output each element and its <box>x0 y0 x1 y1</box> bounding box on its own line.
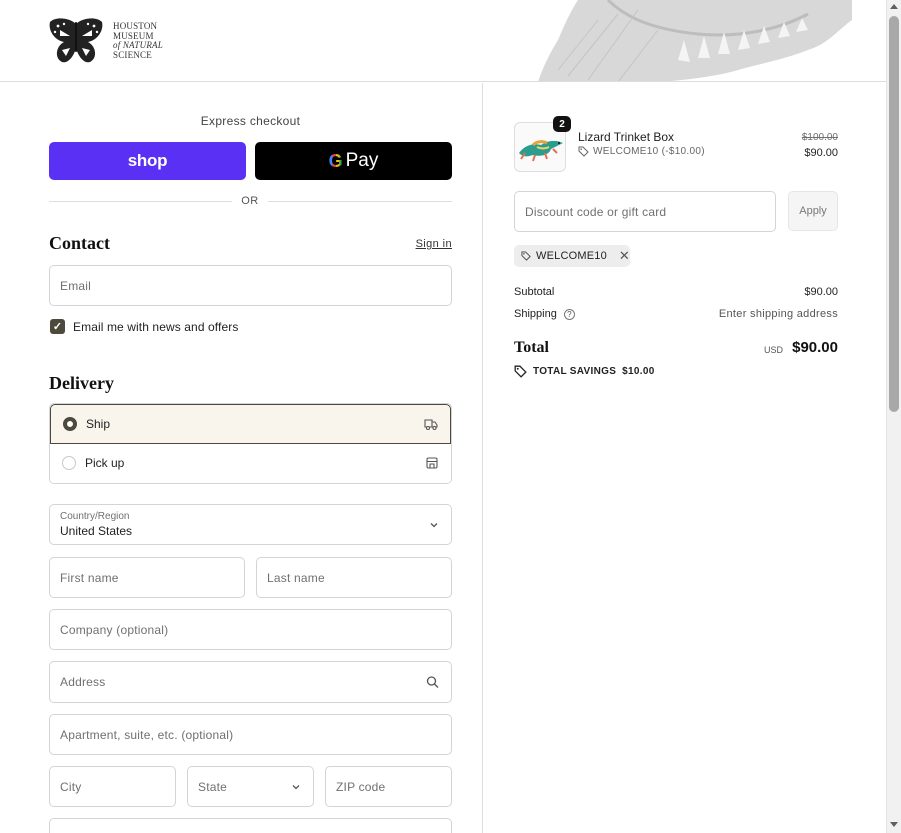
shop-pay-logo: shop <box>127 151 168 170</box>
tag-icon <box>578 146 589 157</box>
state-placeholder: State <box>198 779 228 794</box>
pickup-radio[interactable] <box>62 456 76 470</box>
remove-discount-icon[interactable]: ✕ <box>619 248 630 264</box>
subtotal-label: Subtotal <box>514 286 555 298</box>
apartment-placeholder: Apartment, suite, etc. (optional) <box>60 727 234 742</box>
delivery-option-pickup[interactable]: Pick up <box>50 444 451 483</box>
chevron-down-icon <box>292 784 300 789</box>
state-select[interactable]: State <box>187 766 314 807</box>
newsletter-label: Email me with news and offers <box>73 320 239 334</box>
delivery-heading: Delivery <box>49 373 114 393</box>
apply-discount-button[interactable]: Apply <box>788 191 838 231</box>
tag-icon <box>521 251 531 261</box>
express-checkout-label: Express checkout <box>200 114 301 128</box>
total-savings-label: TOTAL SAVINGS <box>533 366 617 377</box>
subtotal-value: $90.00 <box>804 286 838 298</box>
applied-discount-chip: WELCOME10 ✕ <box>514 245 630 267</box>
product-discount: WELCOME10 (-$10.00) <box>578 146 705 157</box>
newsletter-checkbox[interactable]: ✓ <box>50 319 65 334</box>
scroll-up-arrow-icon[interactable] <box>890 4 898 9</box>
store-icon <box>426 457 438 469</box>
checkout-form: Express checkout shop G Pay OR Contact S… <box>0 83 482 833</box>
shipping-label: Shipping <box>514 308 557 320</box>
phone-field[interactable] <box>49 818 452 833</box>
chevron-down-icon <box>430 522 438 527</box>
google-g-icon: G <box>328 150 343 171</box>
total-currency: USD <box>764 345 784 355</box>
ship-label: Ship <box>86 417 111 431</box>
order-summary: 2 Lizard Trinket Box WELCOME10 (-$10.00)… <box>482 83 886 833</box>
first-name-field[interactable]: First name <box>49 557 245 598</box>
butterfly-icon <box>49 18 103 63</box>
truck-icon <box>424 419 438 431</box>
checkmark-icon: ✓ <box>52 321 63 333</box>
shipping-row: Shipping ? Enter shipping address <box>514 308 838 320</box>
tag-icon <box>514 365 527 378</box>
apartment-field[interactable]: Apartment, suite, etc. (optional) <box>49 714 452 755</box>
quantity-badge: 2 <box>553 116 571 132</box>
address-field[interactable]: Address <box>49 661 452 703</box>
or-divider: OR <box>49 194 452 208</box>
pickup-label: Pick up <box>85 456 125 470</box>
shop-pay-button[interactable]: shop <box>49 142 246 180</box>
total-savings-value: $10.00 <box>622 366 655 377</box>
zip-placeholder: ZIP code <box>336 779 386 794</box>
divider-line <box>268 201 452 202</box>
scroll-thumb[interactable] <box>889 16 899 412</box>
address-placeholder: Address <box>60 675 106 689</box>
sign-in-link[interactable]: Sign in <box>400 238 452 250</box>
last-name-field[interactable]: Last name <box>256 557 452 598</box>
zip-field[interactable]: ZIP code <box>325 766 452 807</box>
ship-radio[interactable] <box>63 417 77 431</box>
page-scrollbar[interactable] <box>886 0 901 833</box>
delivery-method-group: Ship Pick up <box>49 403 452 484</box>
country-label: Country/Region <box>60 511 130 522</box>
subtotal-row: Subtotal $90.00 <box>514 286 838 298</box>
total-label: Total <box>514 339 549 356</box>
scroll-down-arrow-icon[interactable] <box>890 822 898 827</box>
discount-code-placeholder: Discount code or gift card <box>525 204 667 219</box>
help-icon[interactable]: ? <box>563 308 575 320</box>
dinosaur-skull-illustration <box>538 0 852 81</box>
last-name-placeholder: Last name <box>267 570 325 585</box>
company-placeholder: Company (optional) <box>60 622 169 637</box>
product-name: Lizard Trinket Box <box>578 130 675 144</box>
google-pay-button[interactable]: G Pay <box>255 142 452 180</box>
company-field[interactable]: Company (optional) <box>49 609 452 650</box>
total-value: $90.00 <box>792 339 838 356</box>
applied-discount-code: WELCOME10 <box>536 250 607 262</box>
google-pay-label: Pay <box>345 150 379 171</box>
country-value: United States <box>60 524 133 538</box>
original-price: $100.00 <box>801 132 838 143</box>
site-header: HOUSTON MUSEUM of NATURAL SCIENCE <box>0 0 886 82</box>
discount-code-input[interactable]: Discount code or gift card <box>514 191 776 232</box>
city-placeholder: City <box>60 779 82 794</box>
total-savings: TOTAL SAVINGS $10.00 <box>514 365 655 378</box>
contact-heading: Contact <box>49 233 110 253</box>
shipping-value: Enter shipping address <box>718 308 838 320</box>
product-discount-text: WELCOME10 (-$10.00) <box>593 146 705 157</box>
country-select[interactable]: Country/Region United States <box>49 504 452 545</box>
email-field[interactable]: Email <box>49 265 452 306</box>
search-icon <box>426 676 439 688</box>
city-field[interactable]: City <box>49 766 176 807</box>
email-placeholder: Email <box>60 278 92 293</box>
divider-line <box>49 201 232 202</box>
discounted-price: $90.00 <box>804 147 838 159</box>
museum-logo-text: HOUSTON MUSEUM of NATURAL SCIENCE <box>113 21 163 60</box>
first-name-placeholder: First name <box>60 570 119 585</box>
or-text: OR <box>241 195 259 207</box>
museum-logo[interactable]: HOUSTON MUSEUM of NATURAL SCIENCE <box>48 16 163 66</box>
delivery-option-ship[interactable]: Ship <box>50 404 451 444</box>
